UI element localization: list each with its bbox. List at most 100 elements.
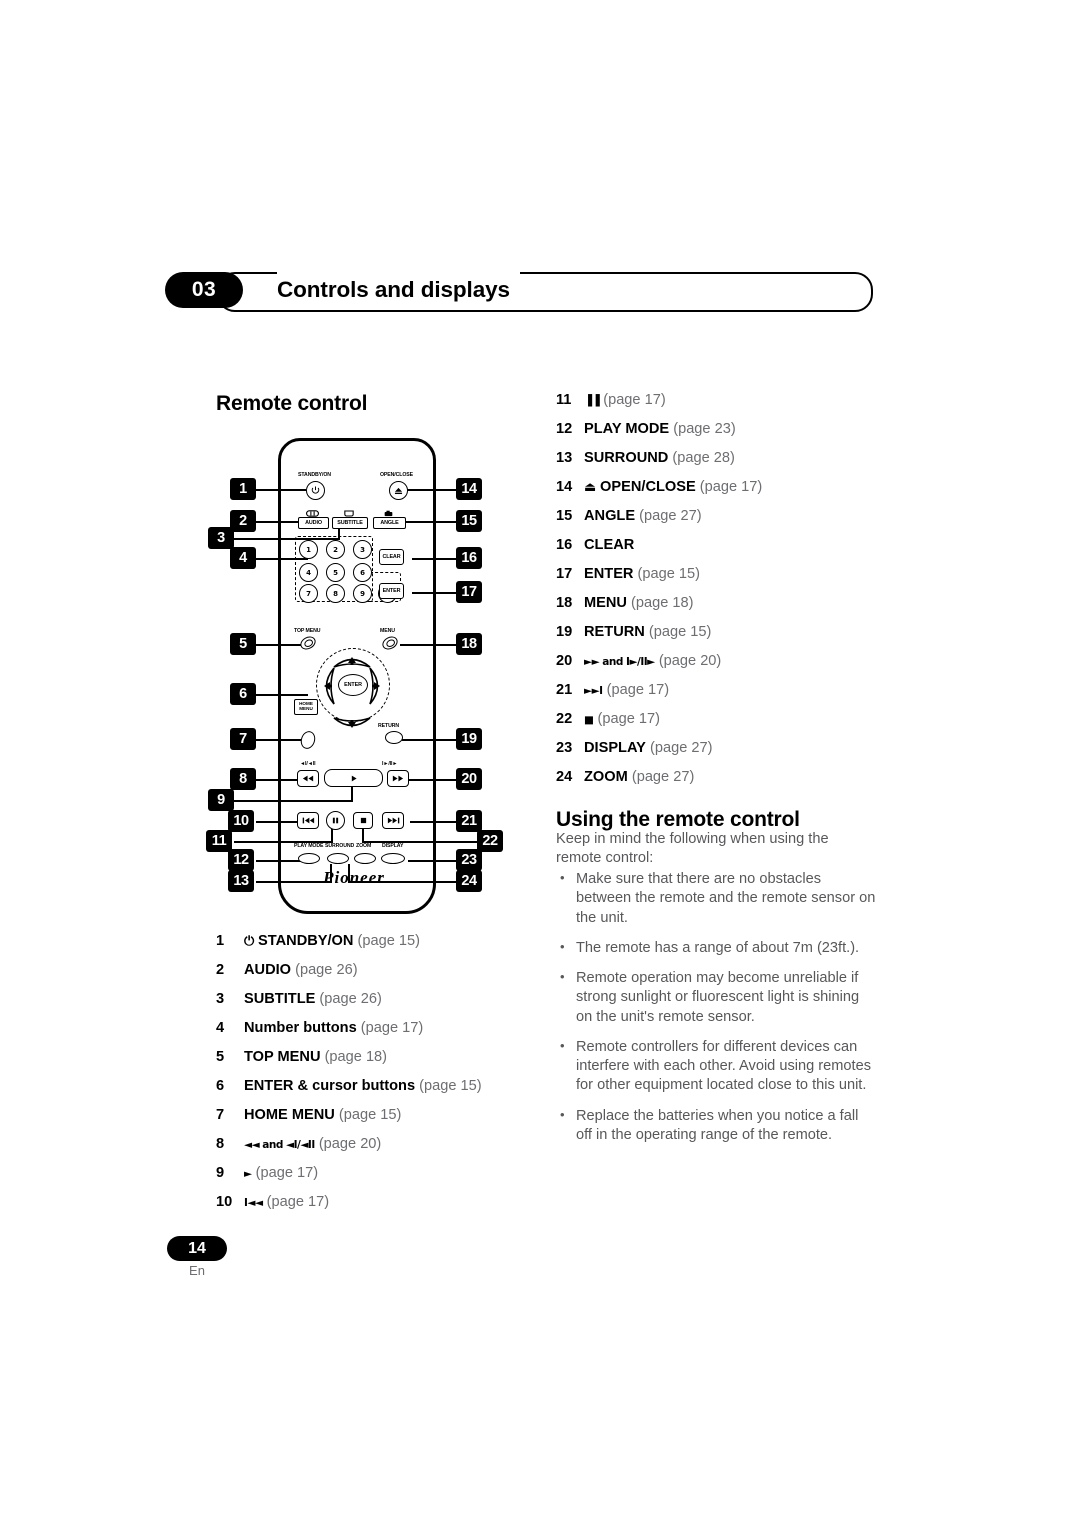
callout-19: 19: [456, 728, 482, 750]
item-page: (page 17): [360, 1020, 424, 1036]
list-item: 6 ENTER & cursor buttons (page 15): [216, 1078, 516, 1096]
numpad-7[interactable]: 7: [299, 584, 318, 603]
callout-3: 3: [208, 527, 234, 549]
cursor-right-button[interactable]: [368, 666, 385, 706]
previous-track-button[interactable]: [297, 812, 319, 829]
angle-camera-icon: [384, 510, 393, 517]
reverse-scan-button[interactable]: [297, 770, 319, 787]
item-glyph: ►► and I►/II►: [584, 656, 655, 668]
item-number: 21: [556, 682, 573, 698]
standby-power-button[interactable]: [306, 481, 325, 500]
play-mode-button[interactable]: [298, 853, 320, 864]
item-label: OPEN/CLOSE: [600, 479, 696, 495]
item-page: (page 27): [631, 769, 695, 785]
cursor-left-button[interactable]: [319, 666, 336, 706]
list-item: 17 ENTER (page 15): [556, 566, 886, 584]
item-glyph: ►►I: [584, 685, 603, 697]
stop-icon: [360, 817, 366, 824]
subtitle-icon: [344, 510, 354, 517]
list-item: 24 ZOOM (page 27): [556, 769, 886, 787]
callout-12: 12: [228, 849, 254, 871]
leader-line-19: [402, 739, 456, 741]
enter-button[interactable]: ENTER: [379, 583, 404, 599]
open-close-button[interactable]: [389, 481, 408, 500]
list-item: 14 ⏏ OPEN/CLOSE (page 17): [556, 479, 886, 497]
numpad-5[interactable]: 5: [326, 563, 345, 582]
clear-button[interactable]: CLEAR: [379, 549, 404, 565]
menu-label: MENU: [380, 628, 395, 634]
audio-icon: [306, 510, 319, 517]
callout-10: 10: [228, 810, 254, 832]
list-item: 19 RETURN (page 15): [556, 624, 886, 642]
item-label: AUDIO: [244, 962, 292, 978]
home-menu-button[interactable]: HOME MENU: [294, 699, 318, 715]
leader-line-22: [364, 841, 477, 843]
cursor-up-button[interactable]: [332, 652, 372, 669]
subtitle-button[interactable]: SUBTITLE: [332, 517, 368, 529]
item-number: 3: [216, 991, 225, 1007]
item-number: 17: [556, 566, 573, 582]
numpad-2[interactable]: 2: [326, 540, 345, 559]
page-number: 14: [167, 1236, 227, 1261]
surround-button[interactable]: [327, 853, 349, 864]
forward-scan-button[interactable]: [387, 770, 409, 787]
item-label: ENTER & cursor buttons: [244, 1078, 416, 1094]
item-page: (page 17): [603, 392, 666, 408]
cursor-down-button[interactable]: [332, 716, 372, 733]
leader-line-16: [412, 558, 456, 560]
fast-forward-icon: [392, 775, 404, 782]
bullet-item: Remote controllers for different devices…: [556, 1037, 876, 1096]
item-page: (page 17): [266, 1194, 330, 1210]
pause-button[interactable]: [326, 811, 345, 830]
play-button[interactable]: [324, 769, 383, 787]
item-number: 7: [216, 1107, 225, 1123]
next-track-button[interactable]: [382, 812, 404, 829]
numpad-1[interactable]: 1: [299, 540, 318, 559]
list-item: 23 DISPLAY (page 27): [556, 740, 886, 758]
leader-line-5: [256, 644, 304, 646]
return-button[interactable]: [385, 731, 403, 744]
item-number: 9: [216, 1165, 225, 1181]
leader-line-12: [256, 860, 302, 862]
stop-button[interactable]: [353, 812, 373, 829]
dpad-enter-button[interactable]: ENTER: [338, 674, 368, 696]
item-glyph: ■: [584, 714, 594, 726]
menu-inner: [385, 638, 397, 649]
item-label: Number buttons: [244, 1020, 357, 1036]
top-menu-inner: [303, 638, 315, 649]
scan-fwd-label: I►/II►: [382, 761, 398, 767]
audio-button[interactable]: AUDIO: [298, 517, 329, 529]
numpad-9[interactable]: 9: [353, 584, 372, 603]
callout-14: 14: [456, 478, 482, 500]
home-menu-line2: MENU: [299, 706, 313, 712]
list-item: 8 ◄◄ and ◄I/◄II (page 20): [216, 1136, 516, 1154]
display-label: DISPLAY: [382, 843, 404, 849]
item-glyph: ►: [244, 1168, 252, 1180]
callout-17: 17: [456, 581, 482, 603]
angle-button[interactable]: ANGLE: [373, 517, 406, 529]
leader-line-9: [234, 800, 353, 802]
next-icon: [387, 817, 399, 824]
item-page: (page 17): [597, 711, 660, 727]
item-page: (page 15): [648, 624, 712, 640]
page-footer: 14 En: [167, 1236, 227, 1278]
numpad-8[interactable]: 8: [326, 584, 345, 603]
item-number: 18: [556, 595, 573, 611]
leader-line-2: [256, 521, 300, 523]
leader-line-8: [256, 779, 302, 781]
leader-line-14: [402, 489, 456, 491]
item-page: (page 15): [637, 566, 701, 582]
callout-21: 21: [456, 810, 482, 832]
item-number: 19: [556, 624, 573, 640]
numpad-3[interactable]: 3: [353, 540, 372, 559]
display-button[interactable]: [381, 853, 405, 864]
item-number: 2: [216, 962, 225, 978]
play-mode-label: PLAY MODE: [294, 843, 324, 849]
numpad-6[interactable]: 6: [353, 563, 372, 582]
chapter-title: Controls and displays: [277, 272, 520, 308]
item-number: 22: [556, 711, 573, 727]
list-item: 20 ►► and I►/II► (page 20): [556, 653, 886, 671]
zoom-button[interactable]: [354, 853, 376, 864]
numpad-4[interactable]: 4: [299, 563, 318, 582]
item-label: STANDBY/ON: [258, 933, 354, 949]
